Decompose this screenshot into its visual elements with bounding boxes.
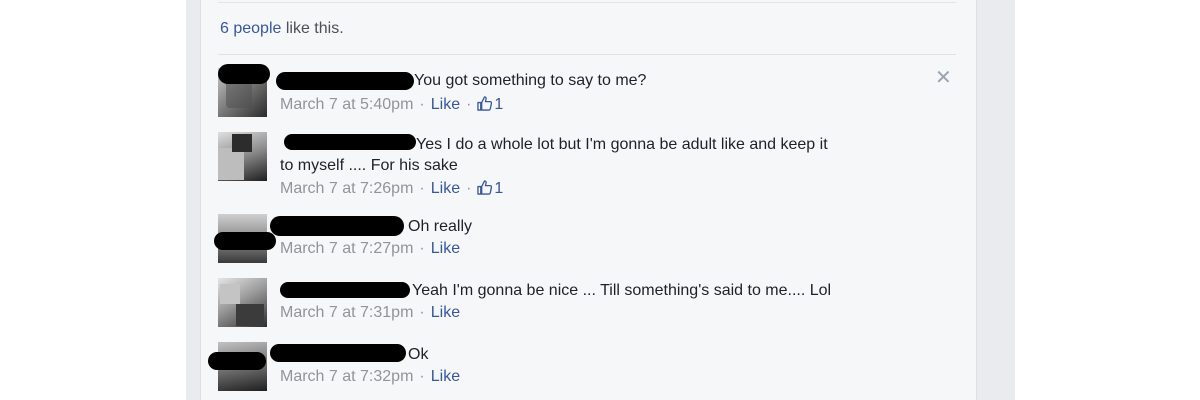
comment-meta: March 7 at 5:40pm · Like · 1	[280, 96, 504, 113]
redacted-author-name	[276, 72, 414, 90]
like-link[interactable]: Like	[431, 240, 460, 257]
redacted-author-name	[270, 344, 406, 362]
comment-meta: March 7 at 7:26pm · Like · 1	[280, 180, 504, 197]
redaction-mark	[214, 232, 276, 250]
likes-count-link[interactable]: 6 people	[220, 20, 281, 37]
close-icon[interactable]: ✕	[935, 68, 952, 88]
thumbs-up-icon	[477, 96, 493, 111]
comment-item: Yes I do a whole lot but I'm gonna be ad…	[218, 132, 958, 197]
comment-timestamp[interactable]: March 7 at 5:40pm	[280, 96, 413, 113]
like-count-number: 1	[494, 96, 504, 113]
like-count-number: 1	[494, 180, 504, 197]
redacted-author-name	[284, 134, 416, 150]
avatar[interactable]	[218, 132, 267, 181]
divider	[218, 54, 956, 55]
comment-text: Oh really	[408, 218, 473, 235]
comment-timestamp[interactable]: March 7 at 7:32pm	[280, 368, 413, 385]
like-link[interactable]: Like	[431, 96, 460, 113]
avatar[interactable]	[218, 278, 267, 327]
comment-item: You got something to say to me? March 7 …	[218, 64, 958, 120]
like-count[interactable]: 1	[477, 180, 503, 197]
likes-suffix: like this.	[285, 20, 344, 37]
comment-text-line-2: to myself .... For his sake	[280, 157, 458, 174]
like-link[interactable]: Like	[431, 304, 460, 321]
likes-summary: 6 people like this.	[220, 20, 344, 38]
comment-timestamp[interactable]: March 7 at 7:31pm	[280, 304, 413, 321]
comment-meta: March 7 at 7:32pm · Like	[280, 368, 461, 385]
comment-item: Ok March 7 at 7:32pm · Like	[208, 342, 958, 392]
page-margin-left	[0, 0, 186, 400]
redacted-author-name	[270, 216, 404, 236]
redacted-author-name	[280, 282, 410, 298]
comment-text: You got something to say to me?	[414, 72, 647, 89]
like-count[interactable]: 1	[477, 96, 503, 113]
comment-text: Yeah I'm gonna be nice ... Till somethin…	[412, 282, 832, 299]
divider	[218, 2, 956, 3]
comment-text: Ok	[408, 346, 429, 363]
page-margin-right	[1015, 0, 1200, 400]
comment-meta: March 7 at 7:27pm · Like	[280, 240, 461, 257]
comment-item: Oh really March 7 at 7:27pm · Like	[214, 214, 958, 264]
comments-panel	[200, 0, 977, 400]
comment-text-line-1: Yes I do a whole lot but I'm gonna be ad…	[416, 136, 828, 153]
like-link[interactable]: Like	[431, 180, 460, 197]
comment-meta: March 7 at 7:31pm · Like	[280, 304, 461, 321]
redaction-mark	[208, 352, 266, 370]
comment-timestamp[interactable]: March 7 at 7:26pm	[280, 180, 413, 197]
like-link[interactable]: Like	[431, 368, 460, 385]
redaction-mark	[218, 64, 270, 84]
thumbs-up-icon	[477, 180, 493, 195]
comment-timestamp[interactable]: March 7 at 7:27pm	[280, 240, 413, 257]
comment-item: Yeah I'm gonna be nice ... Till somethin…	[218, 278, 958, 328]
